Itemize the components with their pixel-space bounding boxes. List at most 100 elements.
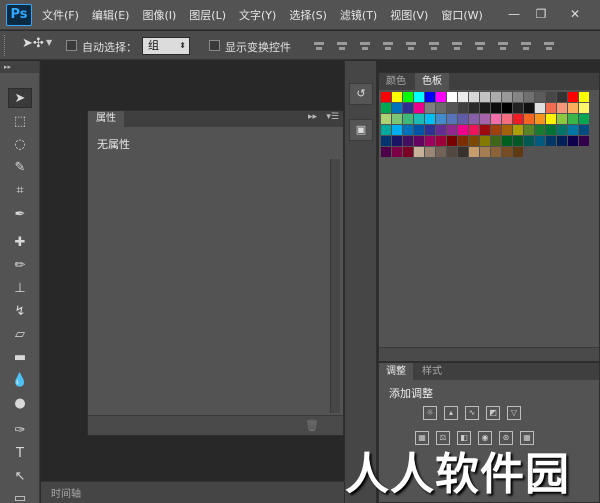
distribute-top-icon[interactable] (450, 39, 464, 53)
swatch[interactable] (480, 92, 490, 102)
swatch[interactable] (392, 114, 402, 124)
tab-styles[interactable]: 样式 (415, 363, 449, 380)
swatch[interactable] (458, 125, 468, 135)
swatch[interactable] (469, 92, 479, 102)
swatch[interactable] (546, 103, 556, 113)
swatch[interactable] (579, 92, 589, 102)
swatch[interactable] (414, 114, 424, 124)
swatch[interactable] (557, 103, 567, 113)
swatch[interactable] (524, 114, 534, 124)
3d-icon[interactable]: ▣ (349, 119, 373, 141)
swatch[interactable] (480, 136, 490, 146)
swatch[interactable] (491, 103, 501, 113)
swatch[interactable] (535, 136, 545, 146)
swatch[interactable] (535, 103, 545, 113)
menu-layer[interactable]: 图层(L) (189, 7, 226, 23)
swatch[interactable] (579, 103, 589, 113)
type-tool-icon[interactable]: T (8, 444, 32, 464)
show-transform-checkbox[interactable] (209, 40, 220, 51)
swatch[interactable] (480, 147, 490, 157)
swatch[interactable] (502, 92, 512, 102)
swatch[interactable] (436, 114, 446, 124)
vibrance-icon[interactable]: ▽ (507, 406, 521, 420)
crop-tool-icon[interactable]: ⌗ (8, 181, 32, 201)
blur-tool-icon[interactable]: 💧 (8, 371, 32, 391)
swatch[interactable] (403, 114, 413, 124)
swatch[interactable] (524, 125, 534, 135)
move-tool-preset-icon[interactable]: ➤✣ (22, 36, 44, 51)
swatch[interactable] (546, 136, 556, 146)
swatch[interactable] (557, 92, 567, 102)
swatch[interactable] (568, 136, 578, 146)
menu-window[interactable]: 窗口(W) (441, 7, 482, 23)
close-button[interactable]: ✕ (564, 4, 586, 24)
lasso-tool-icon[interactable]: ◌ (8, 135, 32, 155)
swatch[interactable] (414, 125, 424, 135)
brush-tool-icon[interactable]: ✏ (8, 256, 32, 276)
swatch[interactable] (403, 147, 413, 157)
swatch[interactable] (392, 136, 402, 146)
swatch[interactable] (381, 92, 391, 102)
swatch[interactable] (546, 92, 556, 102)
swatch[interactable] (458, 103, 468, 113)
clone-stamp-tool-icon[interactable]: ⊥ (8, 279, 32, 299)
exposure-icon[interactable]: ◩ (486, 406, 500, 420)
align-bottom-icon[interactable] (358, 39, 372, 53)
swatch[interactable] (491, 147, 501, 157)
chevron-down-icon[interactable]: ▼ (46, 38, 52, 47)
timeline-tab[interactable]: 时间轴 (51, 485, 81, 500)
swatch[interactable] (436, 92, 446, 102)
swatch[interactable] (381, 114, 391, 124)
auto-select-dropdown[interactable]: 组 ⬍ (142, 37, 190, 55)
swatch[interactable] (458, 114, 468, 124)
swatch[interactable] (568, 125, 578, 135)
swatch[interactable] (403, 136, 413, 146)
swatch[interactable] (436, 103, 446, 113)
brightness-icon[interactable]: ☼ (423, 406, 437, 420)
align-left-icon[interactable] (381, 39, 395, 53)
swatch[interactable] (447, 92, 457, 102)
levels-icon[interactable]: ▴ (444, 406, 458, 420)
swatch[interactable] (392, 103, 402, 113)
swatch[interactable] (524, 136, 534, 146)
eraser-tool-icon[interactable]: ▱ (8, 325, 32, 345)
swatch[interactable] (458, 92, 468, 102)
align-top-icon[interactable] (312, 39, 326, 53)
swatch[interactable] (491, 136, 501, 146)
swatch[interactable] (392, 92, 402, 102)
swatch[interactable] (524, 92, 534, 102)
swatch[interactable] (568, 114, 578, 124)
tab-swatches[interactable]: 色板 (415, 73, 449, 90)
swatch[interactable] (414, 136, 424, 146)
swatch[interactable] (579, 136, 589, 146)
swatch[interactable] (513, 147, 523, 157)
tools-collapse-icon[interactable]: ▸▸ (0, 61, 39, 73)
swatch[interactable] (392, 147, 402, 157)
swatch[interactable] (436, 147, 446, 157)
menu-select[interactable]: 选择(S) (289, 7, 327, 23)
minimize-button[interactable]: — (503, 4, 525, 24)
quick-select-tool-icon[interactable]: ✎ (8, 158, 32, 178)
swatch[interactable] (502, 114, 512, 124)
shape-tool-icon[interactable]: ▭ (8, 489, 32, 503)
swatch[interactable] (491, 125, 501, 135)
swatch[interactable] (557, 136, 567, 146)
swatch[interactable] (469, 136, 479, 146)
tab-adjustments[interactable]: 调整 (379, 363, 413, 380)
menu-type[interactable]: 文字(Y) (239, 7, 276, 23)
swatch[interactable] (425, 114, 435, 124)
swatch[interactable] (568, 92, 578, 102)
history-icon[interactable]: ↺ (349, 83, 373, 105)
path-select-tool-icon[interactable]: ↖ (8, 467, 32, 487)
swatch[interactable] (535, 92, 545, 102)
swatch[interactable] (502, 136, 512, 146)
swatch[interactable] (436, 125, 446, 135)
swatch[interactable] (491, 114, 501, 124)
swatch[interactable] (546, 114, 556, 124)
swatch[interactable] (425, 136, 435, 146)
swatch[interactable] (546, 125, 556, 135)
expand-icon[interactable]: ▸▸ (308, 112, 317, 122)
align-vcenter-icon[interactable] (335, 39, 349, 53)
options-grip[interactable] (4, 35, 7, 56)
swatch[interactable] (557, 114, 567, 124)
